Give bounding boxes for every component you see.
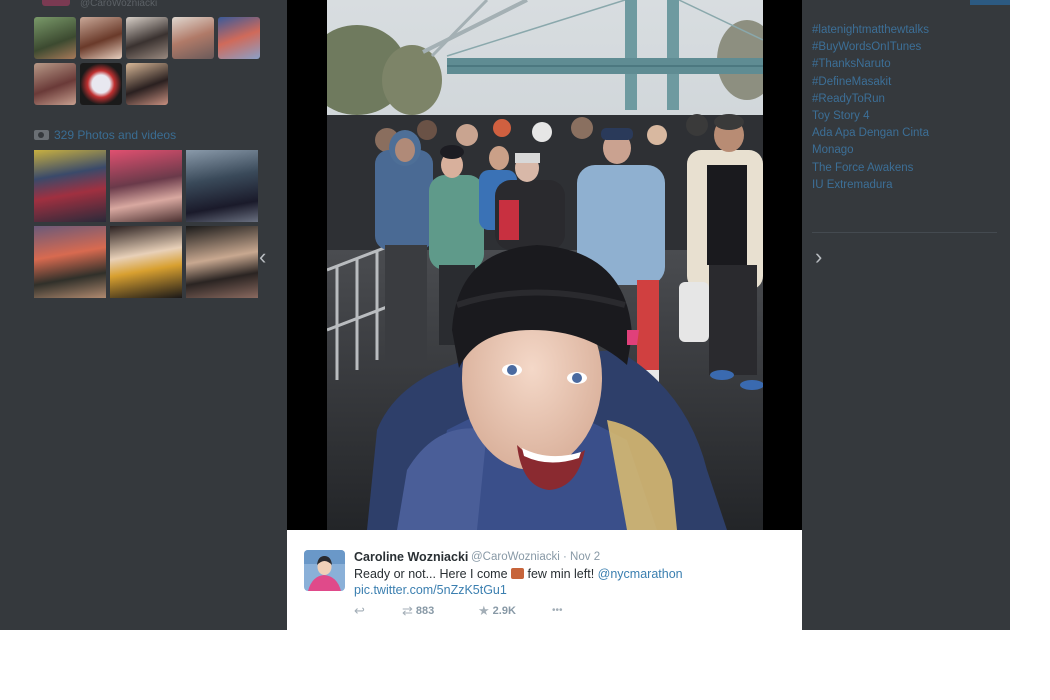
media-thumbnail[interactable] — [110, 226, 182, 298]
lightbox-overlay[interactable]: @CaroWozniacki 329 Photos and videos ‹ ›… — [0, 0, 1010, 630]
tweet-meta: @CaroWozniacki · Nov 2 — [471, 551, 600, 563]
tweet-photo[interactable] — [327, 0, 763, 530]
trend-link[interactable]: Ada Apa Dengan Cinta — [812, 125, 1002, 142]
favorite-button[interactable]: ★ 2.9K — [478, 603, 516, 619]
follower-avatar[interactable] — [34, 17, 76, 59]
media-thumbnail[interactable] — [186, 150, 258, 222]
chevron-left-icon: ‹ — [259, 244, 267, 269]
follower-avatar[interactable] — [34, 63, 76, 105]
profile-sidebar: @CaroWozniacki 329 Photos and videos — [0, 0, 287, 630]
chevron-right-icon: › — [815, 244, 823, 269]
trends-list: #latenightmatthewtalks #BuyWordsOnITunes… — [812, 22, 1002, 194]
media-viewer — [287, 0, 802, 530]
media-thumbnail[interactable] — [186, 226, 258, 298]
tweet-author-handle[interactable]: @CaroWozniacki — [471, 551, 560, 563]
tweet-date[interactable]: Nov 2 — [570, 551, 600, 563]
follower-avatar[interactable] — [126, 63, 168, 105]
media-thumbnail[interactable] — [34, 150, 106, 222]
profile-handle-partial: @CaroWozniacki — [80, 0, 158, 8]
reply-icon: ↩ — [354, 603, 365, 618]
next-media-button[interactable]: › — [815, 246, 822, 268]
trend-link[interactable]: #DefineMasakit — [812, 74, 1002, 91]
trend-link[interactable]: #latenightmatthewtalks — [812, 22, 1002, 39]
follower-avatar[interactable] — [218, 17, 260, 59]
more-button[interactable]: ••• — [552, 605, 563, 616]
trend-link[interactable]: #ReadyToRun — [812, 91, 1002, 108]
tweet-card: Caroline Wozniacki @CaroWozniacki · Nov … — [287, 530, 802, 630]
tweet-text-part: few min left! — [524, 567, 598, 581]
reply-button[interactable]: ↩ — [354, 603, 365, 619]
favorite-count: 2.9K — [492, 605, 516, 617]
previous-media-button[interactable]: ‹ — [259, 246, 266, 268]
emoji-icon — [511, 568, 525, 579]
retweet-icon: ⇄ — [402, 603, 413, 618]
star-icon: ★ — [478, 603, 490, 618]
follow-button-partial[interactable] — [970, 0, 1010, 5]
trend-link[interactable]: The Force Awakens — [812, 160, 1002, 177]
divider — [812, 232, 997, 233]
trend-link[interactable]: Monago — [812, 142, 1002, 159]
retweet-button[interactable]: ⇄ 883 — [402, 603, 434, 619]
retweet-count: 883 — [415, 605, 435, 617]
trend-link[interactable]: IU Extremadura — [812, 177, 1002, 194]
follower-avatar[interactable] — [126, 17, 168, 59]
camera-icon — [34, 130, 49, 140]
more-icon: ••• — [552, 605, 563, 616]
follower-avatar[interactable] — [80, 17, 122, 59]
photos-videos-label: 329 Photos and videos — [54, 128, 177, 142]
trend-link[interactable]: #BuyWordsOnITunes — [812, 39, 1002, 56]
profile-avatar-partial — [42, 0, 70, 6]
follower-avatar[interactable] — [172, 17, 214, 59]
tweet-text: Ready or not... Here I come few min left… — [354, 566, 683, 598]
follower-avatar[interactable] — [80, 63, 122, 105]
media-thumbnail[interactable] — [34, 226, 106, 298]
media-thumbnail[interactable] — [110, 150, 182, 222]
tweet-author-name[interactable]: Caroline Wozniacki — [354, 550, 468, 564]
pic-link[interactable]: pic.twitter.com/5nZzK5tGu1 — [354, 583, 507, 597]
mention-link[interactable]: @nycmarathon — [598, 567, 683, 581]
photos-videos-header[interactable]: 329 Photos and videos — [34, 128, 176, 142]
tweet-author-avatar[interactable] — [304, 550, 345, 591]
tweet-text-part: Ready or not... Here I come — [354, 567, 512, 581]
trend-link[interactable]: Toy Story 4 — [812, 108, 1002, 125]
trend-link[interactable]: #ThanksNaruto — [812, 56, 1002, 73]
meta-separator: · — [563, 551, 567, 563]
